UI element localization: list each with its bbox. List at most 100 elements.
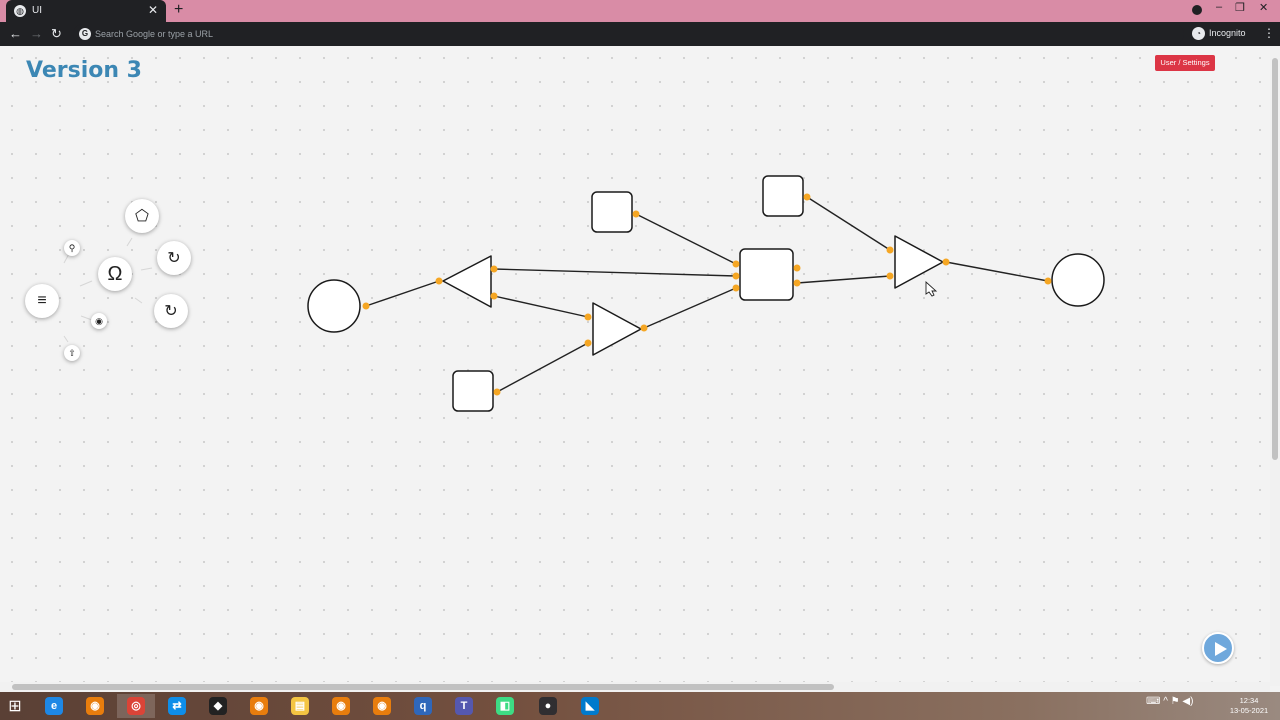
square-node[interactable] [762,175,804,217]
edge [806,196,891,251]
recording-indicator-icon [1192,5,1202,15]
taskbar-teams-button[interactable]: T [445,694,483,718]
port [584,313,592,321]
port [1044,277,1052,285]
vertical-scrollbar[interactable] [1270,46,1280,686]
taskbar-obs-button[interactable]: ● [529,694,567,718]
square-node[interactable] [591,191,633,233]
port [362,302,370,310]
port [732,272,740,280]
taskbar-android-studio-button[interactable]: ◧ [486,694,524,718]
port [584,339,592,347]
triangle-right-node[interactable] [894,235,944,289]
square-node[interactable] [739,248,794,301]
tab-close-icon[interactable]: ✕ [148,3,158,17]
unity-icon: ◆ [209,697,227,715]
browser-tab[interactable]: ◍ UI ✕ [6,0,166,22]
blender-3-icon: ◉ [332,697,350,715]
node-graph[interactable] [0,46,1270,686]
browser-toolbar: ← → ↻ G Search Google or type a URL ◔ Inc… [0,22,1280,46]
edge [643,287,737,329]
triangle-right-node[interactable] [592,302,642,356]
browser-menu-icon[interactable]: ⋮ [1263,26,1275,40]
window-close-button[interactable]: ✕ [1259,1,1268,14]
teams-icon: T [455,697,473,715]
taskbar-blender-3-button[interactable]: ◉ [322,694,360,718]
incognito-indicator[interactable]: ◔ Incognito [1192,27,1246,40]
system-clock[interactable]: 12:34 13-05-2021 [1222,696,1276,716]
port [732,260,740,268]
teamviewer-icon: ⇄ [168,697,186,715]
wrench-icon[interactable]: ⚲ [64,240,80,256]
triangle-left-node[interactable] [442,255,492,308]
port [793,279,801,287]
port [640,324,648,332]
taskbar-chrome-button[interactable]: ◎ [117,694,155,718]
file-explorer-icon: ▤ [291,697,309,715]
square-node[interactable] [452,370,494,412]
upload-icon[interactable]: ⇧ [64,345,80,361]
new-tab-button[interactable]: + [174,1,183,19]
taskbar-qbittorrent-button[interactable]: q [404,694,442,718]
qbittorrent-icon: q [414,697,432,715]
taskbar-edge-button[interactable]: e [35,694,73,718]
incognito-label: Incognito [1209,27,1246,38]
google-icon: G [79,28,91,40]
palette-icon[interactable]: ◉ [91,313,107,329]
play-button[interactable] [1202,632,1234,664]
taskbar-blender-2-button[interactable]: ◉ [240,694,278,718]
hamburger-menu-icon[interactable]: ≡ [25,284,59,318]
blender-4-icon: ◉ [373,697,391,715]
system-tray[interactable]: ⌨ ^ ⚑ ◀) [1146,696,1193,707]
horizontal-scrollbar[interactable] [0,682,1270,692]
taskbar-teamviewer-button[interactable]: ⇄ [158,694,196,718]
windows-start-icon[interactable]: ⊞ [4,696,26,716]
tab-title: UI [32,5,42,16]
address-bar[interactable]: G Search Google or type a URL [73,24,1184,44]
edge [365,280,440,307]
browser-tab-strip: ◍ UI ✕ + – ❐ ✕ [0,0,1280,22]
clock-time: 12:34 [1239,696,1259,705]
edge-icon: e [45,697,63,715]
vscode-icon: ◣ [581,697,599,715]
android-studio-icon: ◧ [496,697,514,715]
port [793,264,801,272]
port [732,284,740,292]
pentagon-icon[interactable]: ⬠ [125,199,159,233]
chrome-icon: ◎ [127,697,145,715]
port [803,193,811,201]
minimize-button[interactable]: – [1216,1,1222,13]
rotate-icon[interactable]: ↻ [157,241,191,275]
canvas-page[interactable]: Version 3 User / Settings ≡ Ω ⬠ ↻ ↻ ⚲ ◉ … [0,46,1270,686]
port [886,272,894,280]
taskbar-blender-button[interactable]: ◉ [76,694,114,718]
edge [635,213,737,265]
taskbar-file-explorer-button[interactable]: ▤ [281,694,319,718]
incognito-icon: ◔ [1192,27,1205,40]
port [493,388,501,396]
refresh-icon[interactable]: ↻ [154,294,188,328]
restore-button[interactable]: ❐ [1235,1,1245,14]
reload-button[interactable]: ↻ [51,26,62,42]
port [435,277,443,285]
port [942,258,950,266]
edge [493,295,589,318]
taskbar-blender-4-button[interactable]: ◉ [363,694,401,718]
taskbar-vscode-button[interactable]: ◣ [571,694,609,718]
output-circle-node[interactable] [1051,253,1105,307]
horizontal-scroll-thumb[interactable] [12,684,834,690]
input-circle-node[interactable] [307,279,361,333]
omega-icon[interactable]: Ω [98,257,132,291]
address-bar-placeholder: Search Google or type a URL [95,29,214,39]
edge [493,268,737,277]
forward-button[interactable]: → [30,26,43,41]
back-button[interactable]: ← [9,26,22,41]
edge [496,342,589,393]
clock-date: 13-05-2021 [1229,706,1269,715]
mouse-cursor-icon [925,280,938,297]
vertical-scroll-thumb[interactable] [1272,58,1278,460]
edge [945,261,1049,282]
edge [796,275,891,284]
port [632,210,640,218]
taskbar-unity-button[interactable]: ◆ [199,694,237,718]
